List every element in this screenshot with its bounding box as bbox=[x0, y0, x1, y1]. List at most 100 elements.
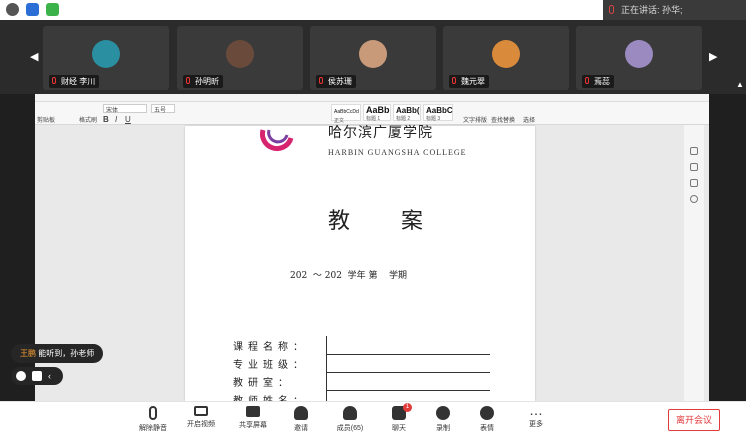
style-sample: AaBb( bbox=[396, 106, 420, 115]
chat-icon[interactable] bbox=[32, 371, 42, 381]
academic-term: 202 ～ 202 学年 第 学期 bbox=[290, 271, 407, 281]
participant-tile[interactable]: 财经 李川 bbox=[43, 26, 169, 90]
chat-badge: 1 bbox=[403, 403, 412, 412]
mic-muted-icon bbox=[319, 77, 323, 84]
toolbar-label: 邀请 bbox=[294, 425, 308, 432]
meeting-toolbar: 解除静音 开启视频 共享屏幕 邀请 成员(65) 1 聊天 录制 表情 … 更多… bbox=[0, 401, 746, 439]
table-row: 专业班级： bbox=[233, 354, 490, 373]
italic-button[interactable]: I bbox=[115, 115, 117, 124]
reactions-button[interactable]: 表情 bbox=[465, 406, 509, 433]
help-icon[interactable] bbox=[690, 195, 698, 203]
chevron-left-icon[interactable]: ‹ bbox=[48, 371, 58, 381]
style-heading-3[interactable]: AaBbC 标题 3 bbox=[423, 104, 453, 122]
next-arrow-icon[interactable]: ▶ bbox=[709, 50, 717, 63]
toolbar-label: 成员(65) bbox=[336, 425, 364, 432]
share-screen-icon bbox=[246, 406, 260, 417]
participant-name-text: 焉蕊 bbox=[594, 77, 610, 86]
avatar bbox=[226, 40, 254, 68]
settings-icon[interactable] bbox=[690, 179, 698, 187]
style-normal[interactable]: AaBbCcDd 正文 bbox=[331, 104, 361, 124]
record-button[interactable]: 录制 bbox=[421, 406, 465, 433]
document-title: 教 案 bbox=[328, 209, 445, 234]
more-button[interactable]: … 更多 bbox=[514, 402, 558, 429]
leave-meeting-button[interactable]: 离开会议 bbox=[668, 409, 720, 431]
field-value[interactable] bbox=[325, 390, 490, 401]
college-logo bbox=[259, 129, 294, 152]
side-tool-panel bbox=[684, 125, 704, 401]
text-layout-label[interactable]: 文字排版 bbox=[463, 115, 487, 124]
document-page[interactable]: 哈尔滨广厦学院 HARBIN GUANGSHA COLLEGE 教 案 202 … bbox=[185, 125, 535, 401]
meeting-window: 正在讲话: 孙华; ◀ 财经 李川 孙明昕 侯苏珊 魏元翠 焉蕊 ▶ ▲ 剪贴板… bbox=[0, 0, 746, 439]
style-sample: AaBbC bbox=[426, 106, 453, 115]
participant-tile[interactable]: 焉蕊 bbox=[576, 26, 702, 90]
top-status-bar: 正在讲话: 孙华; bbox=[0, 0, 746, 20]
field-label: 教研室： bbox=[233, 377, 293, 389]
chat-notification[interactable]: 王鹏 能听到，孙老师 bbox=[11, 344, 104, 363]
record-icon bbox=[436, 406, 450, 420]
style-heading-1[interactable]: AaBb 标题 1 bbox=[363, 104, 391, 122]
start-video-button[interactable]: 开启视频 bbox=[179, 406, 223, 429]
invite-button[interactable]: 邀请 bbox=[279, 406, 323, 433]
participant-strip: ◀ 财经 李川 孙明昕 侯苏珊 魏元翠 焉蕊 ▶ ▲ bbox=[0, 20, 746, 94]
signal-icon[interactable] bbox=[46, 3, 59, 16]
font-size-select[interactable]: 五号 bbox=[151, 104, 175, 114]
field-label: 教师姓名： bbox=[233, 395, 308, 402]
style-sample: AaBbCcDd bbox=[334, 109, 359, 115]
participant-tile[interactable]: 侯苏珊 bbox=[310, 26, 436, 90]
invite-icon bbox=[294, 406, 308, 420]
course-info-table: 课程名称： 专业班级： 教研室： 教师姓名： bbox=[233, 336, 490, 401]
edit-icon[interactable] bbox=[690, 147, 698, 155]
participant-name: 侯苏珊 bbox=[316, 75, 356, 88]
more-icon: … bbox=[529, 402, 543, 418]
format-painter-label[interactable]: 格式刷 bbox=[79, 115, 97, 124]
mic-muted-icon bbox=[452, 77, 456, 84]
participant-name-text: 侯苏珊 bbox=[328, 77, 352, 86]
underline-button[interactable]: U bbox=[125, 115, 131, 124]
toolbar-label: 更多 bbox=[529, 421, 543, 428]
info-icon[interactable] bbox=[6, 3, 19, 16]
college-name-en: HARBIN GUANGSHA COLLEGE bbox=[328, 148, 467, 157]
toolbar-label: 表情 bbox=[480, 425, 494, 432]
pointer-icon[interactable] bbox=[690, 163, 698, 171]
mic-muted-icon bbox=[585, 77, 589, 84]
field-value[interactable] bbox=[325, 354, 490, 373]
smile-icon bbox=[480, 406, 494, 420]
participant-tile[interactable]: 孙明昕 bbox=[177, 26, 303, 90]
avatar bbox=[492, 40, 520, 68]
table-row: 教师姓名： bbox=[233, 390, 490, 401]
style-sample: AaBb bbox=[366, 105, 390, 115]
find-replace-label[interactable]: 查找替换 bbox=[491, 115, 515, 124]
table-row: 教研室： bbox=[233, 372, 490, 391]
bold-button[interactable]: B bbox=[103, 115, 109, 124]
participant-name-text: 孙明昕 bbox=[195, 77, 219, 86]
video-off-icon bbox=[194, 406, 208, 416]
font-family-select[interactable]: 宋体 bbox=[103, 104, 147, 114]
shared-screen-document: 剪贴板 格式刷 宋体 五号 B I U AaBbCcDd 正文 AaBb 标题 1 … bbox=[35, 94, 709, 401]
toolbar-label: 共享屏幕 bbox=[239, 422, 267, 429]
style-heading-2[interactable]: AaBb(标题 2 bbox=[393, 104, 421, 122]
field-label: 课程名称： bbox=[233, 341, 308, 353]
toolbar-label: 录制 bbox=[436, 425, 450, 432]
participant-name: 魏元翠 bbox=[449, 75, 489, 88]
chat-sender: 王鹏 bbox=[20, 349, 36, 358]
collapse-icon[interactable]: ▲ bbox=[736, 80, 744, 89]
participant-tile[interactable]: 魏元翠 bbox=[443, 26, 569, 90]
participant-name-text: 财经 李川 bbox=[61, 77, 96, 86]
avatar bbox=[92, 40, 120, 68]
paste-label[interactable]: 剪贴板 bbox=[37, 115, 55, 124]
field-value[interactable] bbox=[325, 372, 490, 391]
prev-arrow-icon[interactable]: ◀ bbox=[30, 50, 38, 63]
unmute-button[interactable]: 解除静音 bbox=[131, 406, 175, 433]
mic-muted-icon bbox=[149, 406, 157, 420]
members-button[interactable]: 成员(65) bbox=[328, 406, 372, 433]
participant-name-text: 魏元翠 bbox=[461, 77, 485, 86]
mic-muted-icon bbox=[52, 77, 56, 84]
chat-button[interactable]: 1 聊天 bbox=[377, 403, 421, 433]
shield-icon[interactable] bbox=[26, 3, 39, 16]
mic-muted-icon bbox=[186, 77, 190, 84]
share-screen-button[interactable]: 共享屏幕 bbox=[231, 406, 275, 430]
participant-name: 焉蕊 bbox=[582, 75, 614, 88]
select-label[interactable]: 选择 bbox=[523, 115, 535, 124]
field-value[interactable] bbox=[325, 336, 490, 355]
emoji-icon[interactable] bbox=[16, 371, 26, 381]
